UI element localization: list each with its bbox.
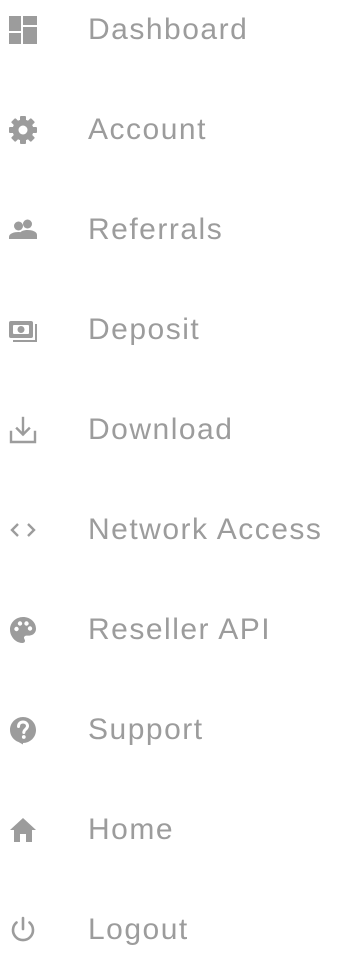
download-icon bbox=[8, 415, 38, 445]
sidebar-item-label: Referrals bbox=[88, 213, 224, 246]
wallet-icon bbox=[8, 315, 38, 345]
power-icon bbox=[8, 915, 38, 945]
palette-icon bbox=[8, 615, 38, 645]
code-brackets-icon bbox=[8, 515, 38, 545]
sidebar-item-referrals[interactable]: Referrals bbox=[0, 200, 358, 260]
sidebar-item-network-access[interactable]: Network Access bbox=[0, 500, 358, 560]
sidebar-item-label: Download bbox=[88, 413, 234, 446]
gear-icon bbox=[8, 115, 38, 145]
sidebar-item-account[interactable]: Account bbox=[0, 100, 358, 160]
sidebar-item-download[interactable]: Download bbox=[0, 400, 358, 460]
sidebar-nav: Dashboard Account Referrals Deposit Down… bbox=[0, 0, 358, 955]
sidebar-item-reseller-api[interactable]: Reseller API bbox=[0, 600, 358, 660]
question-icon bbox=[8, 715, 38, 745]
home-icon bbox=[8, 815, 38, 845]
sidebar-item-label: Home bbox=[88, 813, 175, 846]
sidebar-item-label: Account bbox=[88, 113, 207, 146]
sidebar-item-home[interactable]: Home bbox=[0, 800, 358, 860]
sidebar-item-dashboard[interactable]: Dashboard bbox=[0, 0, 358, 60]
sidebar-item-deposit[interactable]: Deposit bbox=[0, 300, 358, 360]
dashboard-icon bbox=[8, 15, 38, 45]
people-icon bbox=[8, 215, 38, 245]
sidebar-item-label: Support bbox=[88, 713, 204, 746]
sidebar-item-label: Network Access bbox=[88, 513, 323, 546]
sidebar-item-label: Logout bbox=[88, 913, 189, 946]
sidebar-item-label: Deposit bbox=[88, 313, 201, 346]
sidebar-item-label: Reseller API bbox=[88, 613, 272, 646]
sidebar-item-logout[interactable]: Logout bbox=[0, 900, 358, 955]
sidebar-item-support[interactable]: Support bbox=[0, 700, 358, 760]
sidebar-item-label: Dashboard bbox=[88, 13, 249, 46]
